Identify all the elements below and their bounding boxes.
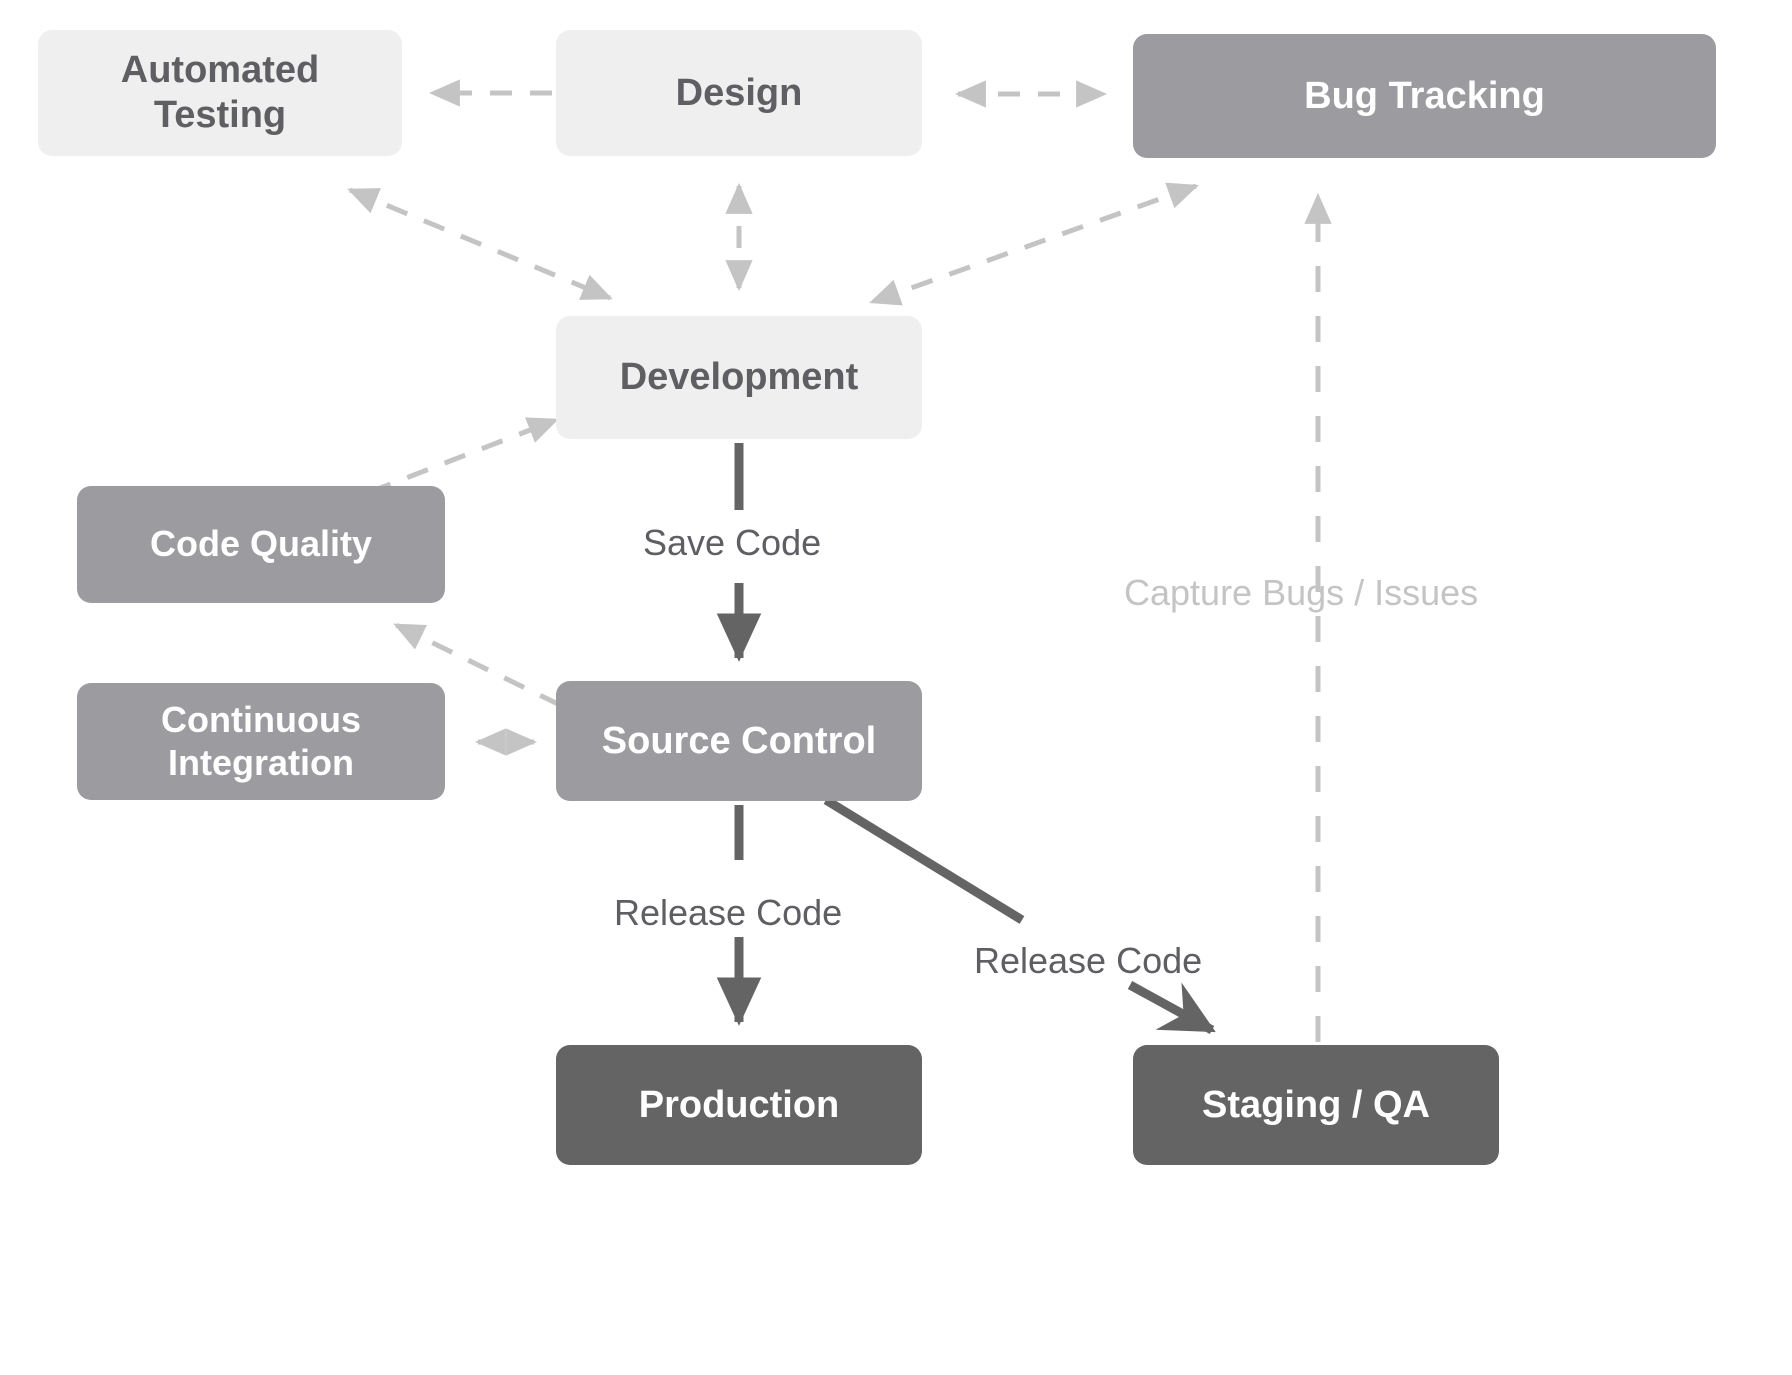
node-production[interactable]: Production xyxy=(556,1045,922,1165)
edge-label-release-code-production: Release Code xyxy=(614,892,843,933)
node-staging-qa[interactable]: Staging / QA xyxy=(1133,1045,1499,1165)
node-continuous-integration[interactable]: Continuous Integration xyxy=(77,683,445,800)
workflow-diagram-canvas: Automated Testing Design Bug Tracking De… xyxy=(0,0,1792,1375)
node-code-quality[interactable]: Code Quality xyxy=(77,486,445,603)
edge-code-quality-to-development xyxy=(369,417,559,495)
node-development[interactable]: Development xyxy=(556,316,922,439)
node-design[interactable]: Design xyxy=(556,30,922,156)
edge-label-save-code: Save Code xyxy=(643,522,822,563)
node-bug-tracking[interactable]: Bug Tracking xyxy=(1133,34,1716,158)
edge-bug-tracking-development xyxy=(869,182,1199,306)
edge-label-capture-bugs-issues: Capture Bugs / Issues xyxy=(1124,572,1479,613)
edge-automated-testing-development xyxy=(347,187,613,301)
node-source-control[interactable]: Source Control xyxy=(556,681,922,801)
edge-source-control-to-staging-arrow xyxy=(1127,981,1216,1034)
edge-source-control-to-staging-segment xyxy=(823,796,1025,924)
edge-label-release-code-staging: Release Code xyxy=(974,940,1203,981)
node-automated-testing[interactable]: Automated Testing xyxy=(38,30,402,156)
